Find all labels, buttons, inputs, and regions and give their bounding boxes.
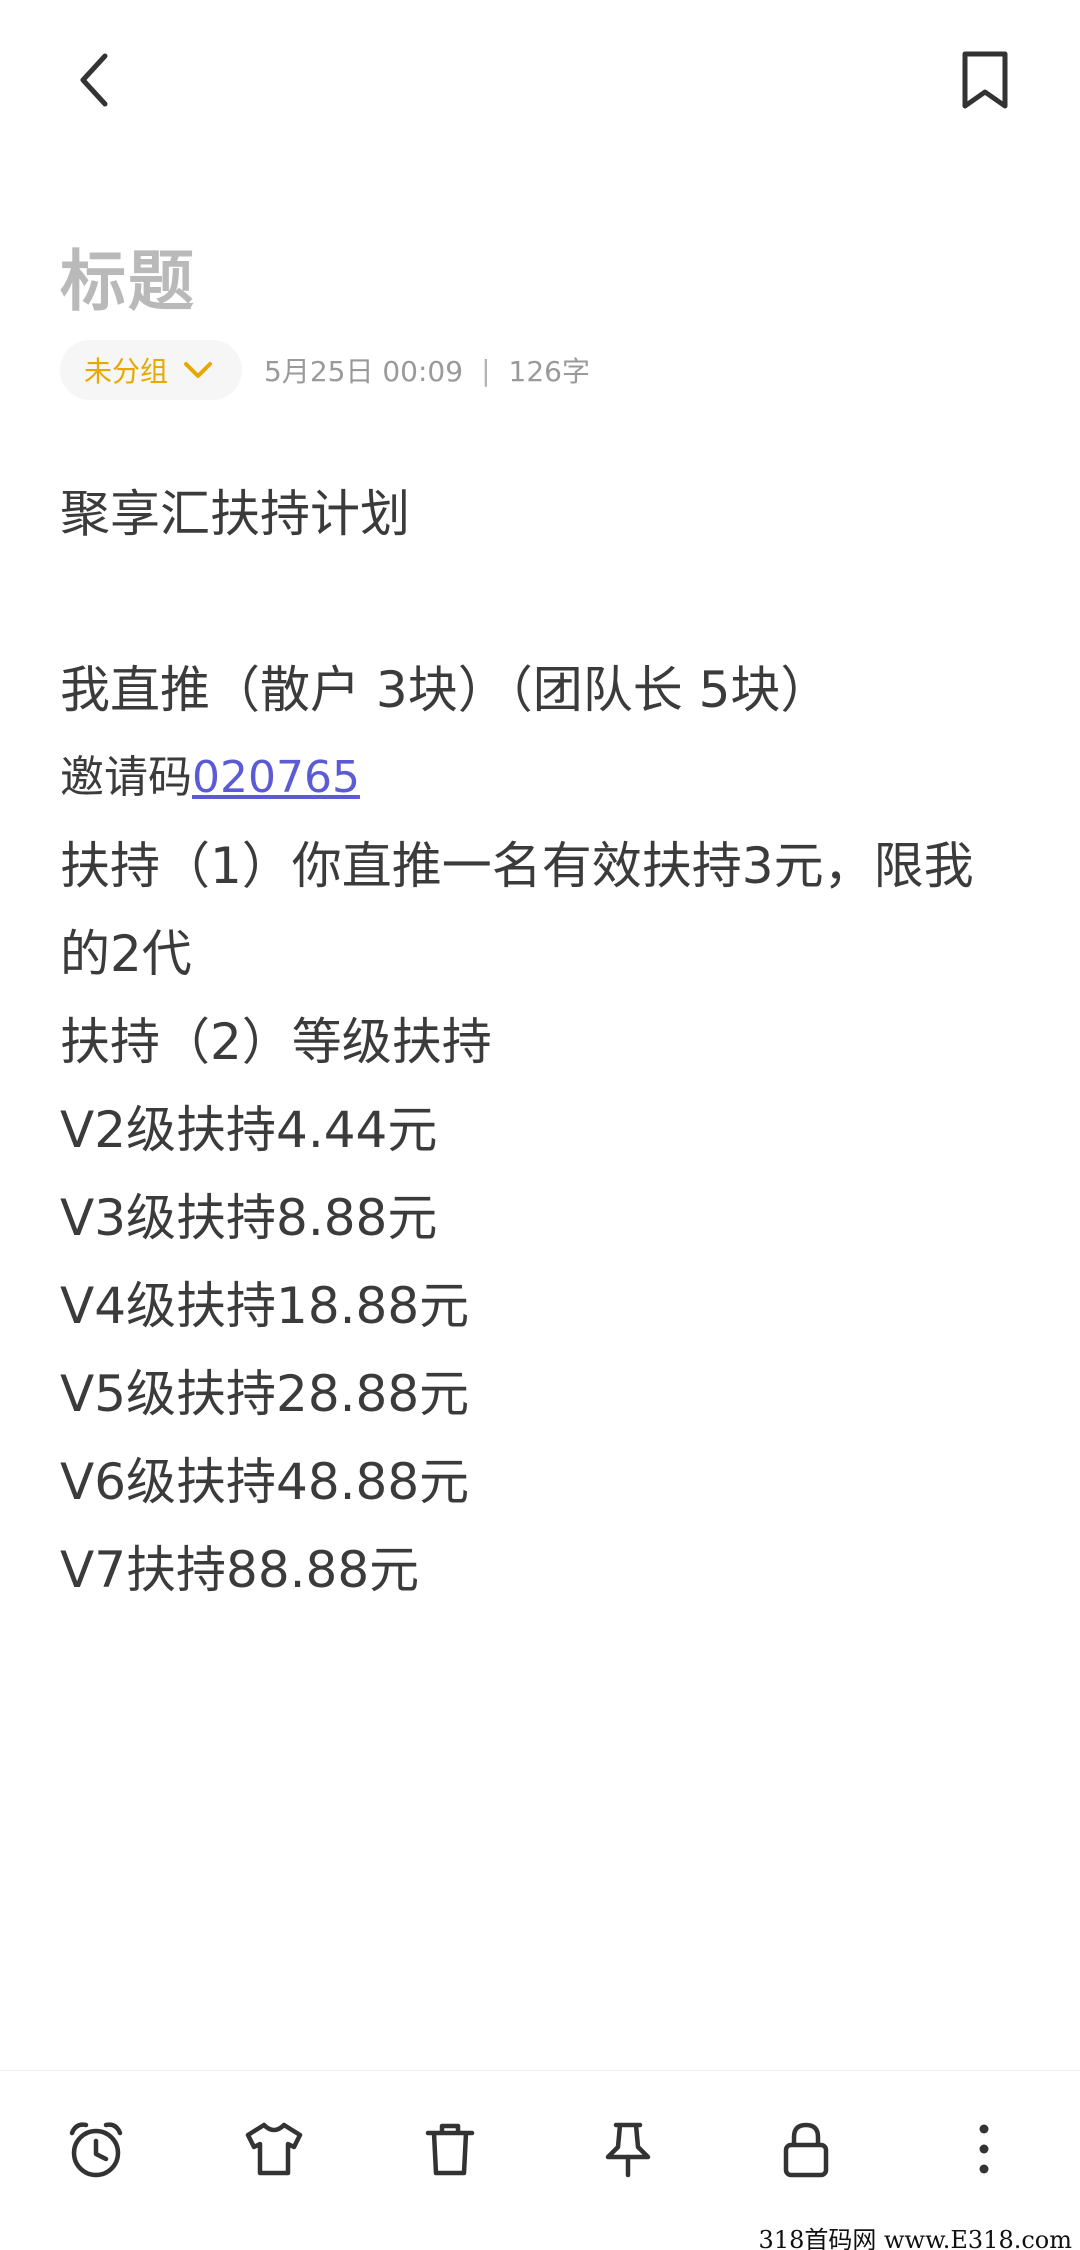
note-meta: 未分组 5月25日 00:09 | 126字: [60, 340, 590, 400]
note-line: V3级扶持8.88元: [60, 1189, 438, 1247]
delete-button[interactable]: [410, 2109, 490, 2189]
more-icon: [979, 2124, 989, 2174]
alarm-clock-icon: [69, 2122, 123, 2178]
note-line: 我直推（散户 3块）（团队长 5块）: [60, 661, 831, 719]
trash-icon: [425, 2123, 475, 2176]
group-selector[interactable]: 未分组: [60, 340, 243, 400]
reminder-button[interactable]: [56, 2109, 136, 2189]
back-chevron-icon: [80, 53, 108, 107]
note-line: V4级扶持18.88元: [60, 1277, 470, 1335]
shirt-icon: [245, 2122, 303, 2176]
back-button[interactable]: [60, 40, 130, 120]
note-line: 扶持（1）你直推一名有效扶持3元，限我的2代: [60, 837, 974, 983]
invite-line: 邀请码020765: [60, 734, 1020, 822]
note-line: 扶持（2）等级扶持: [60, 1013, 492, 1071]
bookmark-button[interactable]: [950, 40, 1020, 120]
note-line: 聚享汇扶持计划: [60, 485, 410, 543]
chevron-down-icon: [184, 362, 213, 378]
note-line: V7扶持88.88元: [60, 1541, 420, 1599]
note-line: V6级扶持48.88元: [60, 1453, 470, 1511]
pin-button[interactable]: [588, 2109, 668, 2189]
note-date: 5月25日 00:09: [264, 355, 464, 388]
more-button[interactable]: [944, 2109, 1024, 2189]
invite-code-link[interactable]: 020765: [192, 752, 360, 803]
note-editor-screen: 标题 未分组 5月25日 00:09 | 126字 聚享汇扶持计划 我直推（散户…: [0, 0, 1080, 2250]
note-line: V2级扶持4.44元: [60, 1101, 438, 1159]
group-label: 未分组: [84, 355, 169, 388]
bookmark-icon: [962, 51, 1008, 109]
note-body[interactable]: 聚享汇扶持计划 我直推（散户 3块）（团队长 5块） 邀请码020765 扶持（…: [60, 470, 1020, 1614]
meta-separator: |: [481, 353, 491, 387]
invite-prefix: 邀请码: [60, 752, 192, 803]
lock-icon: [783, 2122, 829, 2178]
note-title-placeholder[interactable]: 标题: [60, 228, 196, 324]
word-count: 126字: [508, 355, 590, 388]
pin-icon: [605, 2122, 651, 2178]
watermark-text: 318首码网 www.E318.com: [758, 2226, 1072, 2250]
note-line: V5级扶持28.88元: [60, 1365, 470, 1423]
skin-button[interactable]: [234, 2109, 314, 2189]
lock-button[interactable]: [766, 2109, 846, 2189]
